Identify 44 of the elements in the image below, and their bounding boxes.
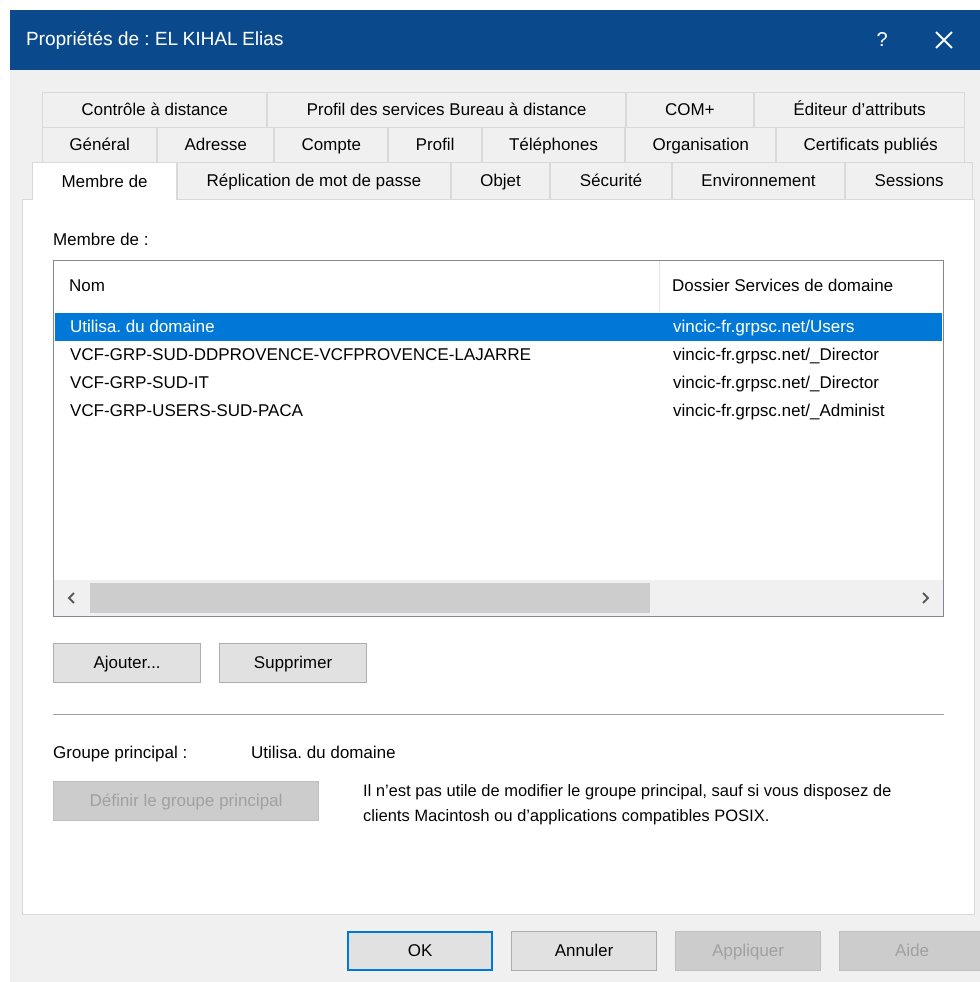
table-cell-text: VCF-GRP-USERS-SUD-PACA [69, 401, 304, 421]
dialog-button[interactable]: Ajouter... [53, 643, 201, 683]
column-header[interactable]: Nom [54, 261, 659, 311]
tab[interactable]: Éditeur d’attributs [754, 92, 966, 127]
scroll-thumb[interactable] [90, 583, 650, 613]
table-cell-text: vincic-fr.grpsc.net/Users [672, 317, 856, 337]
list-row[interactable]: Utilisa. du domaine vincic-fr.grpsc.net/Users [55, 313, 942, 341]
field-value: Utilisa. du domaine [251, 743, 396, 763]
tab[interactable]: Réplication de mot de passe [177, 162, 451, 199]
window-title: Propriétés de : EL KIHAL Elias [26, 29, 284, 51]
section-label: Membre de : [53, 230, 150, 250]
tab[interactable]: Profil des services Bureau à distance [267, 92, 626, 127]
field-label: Groupe principal : [53, 743, 188, 763]
tab[interactable]: Général [42, 127, 158, 162]
list-row[interactable]: VCF-GRP-USERS-SUD-PACA vincic-fr.grpsc.net/_Administ [55, 397, 942, 425]
close-icon [934, 30, 954, 50]
table-cell-text: VCF-GRP-SUD-IT [69, 373, 210, 393]
help-text: Il n’est pas utile de modifier le groupe principal, sauf si vous disposez de clients Macintosh ou d’applications compatibles POSIX. [363, 781, 892, 827]
tab[interactable]: Sécurité [550, 162, 672, 199]
dialog-button[interactable]: OK [347, 931, 493, 971]
tab[interactable]: COM+ [626, 92, 754, 127]
table-cell-text: vincic-fr.grpsc.net/_Director [672, 345, 880, 365]
tab[interactable]: Environnement [672, 162, 846, 199]
tab[interactable]: Profil [388, 127, 482, 162]
tab[interactable]: Objet [450, 162, 550, 199]
tab[interactable]: Organisation [625, 127, 776, 162]
tab[interactable]: Contrôle à distance [42, 92, 268, 127]
column-header[interactable]: Dossier Services de domaine [659, 261, 943, 311]
tab[interactable]: Compte [274, 127, 388, 162]
table-cell-text: Utilisa. du domaine [69, 317, 216, 337]
table-cell-text: VCF-GRP-SUD-DDPROVENCE-VCFPROVENCE-LAJARRE [69, 345, 532, 365]
tab[interactable]: Certificats publiés [776, 127, 966, 162]
tab[interactable]: Téléphones [482, 127, 626, 162]
tab[interactable]: Membre de [32, 162, 178, 200]
horizontal-scrollbar[interactable] [54, 580, 943, 616]
tab[interactable]: Adresse [157, 127, 274, 162]
list-row[interactable]: VCF-GRP-SUD-IT vincic-fr.grpsc.net/_Director [55, 369, 942, 397]
list-row[interactable]: VCF-GRP-SUD-DDPROVENCE-VCFPROVENCE-LAJARRE vincic-fr.grpsc.net/_Director [55, 341, 942, 369]
help-button[interactable]: ? [852, 10, 912, 70]
table-cell-text: vincic-fr.grpsc.net/_Director [672, 373, 880, 393]
table-cell-text: vincic-fr.grpsc.net/_Administ [672, 401, 886, 421]
tab[interactable]: Sessions [845, 162, 974, 199]
dialog-button[interactable]: Supprimer [219, 643, 367, 683]
dialog-button[interactable]: Annuler [511, 931, 657, 971]
